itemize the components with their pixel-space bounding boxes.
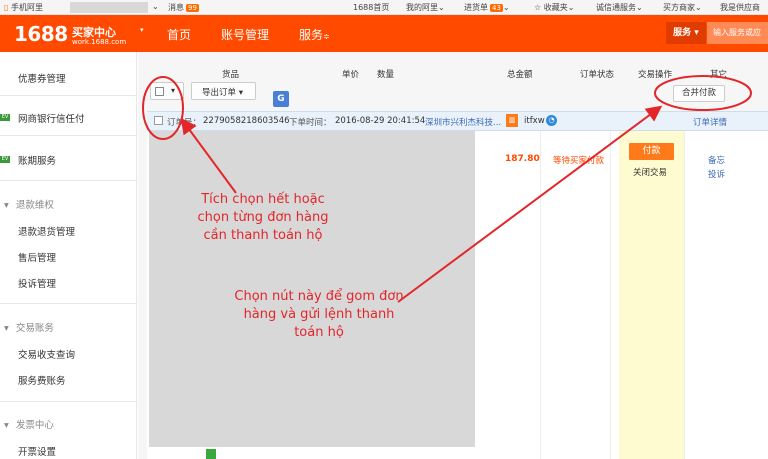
merge-pay-highlight-ellipse (654, 75, 752, 111)
annotation-note-merge: Chọn nút này để gom đơn hàng và gửi lệnh… (234, 289, 404, 340)
checkbox-highlight-ellipse (142, 76, 184, 140)
arrow-to-checkbox (180, 117, 237, 194)
annotation-overlay (142, 75, 752, 303)
annotation-note-select: Tích chọn hết hoặc chọn từng đơn hàng cầ… (197, 192, 329, 243)
arrow-to-merge-pay (397, 105, 663, 303)
